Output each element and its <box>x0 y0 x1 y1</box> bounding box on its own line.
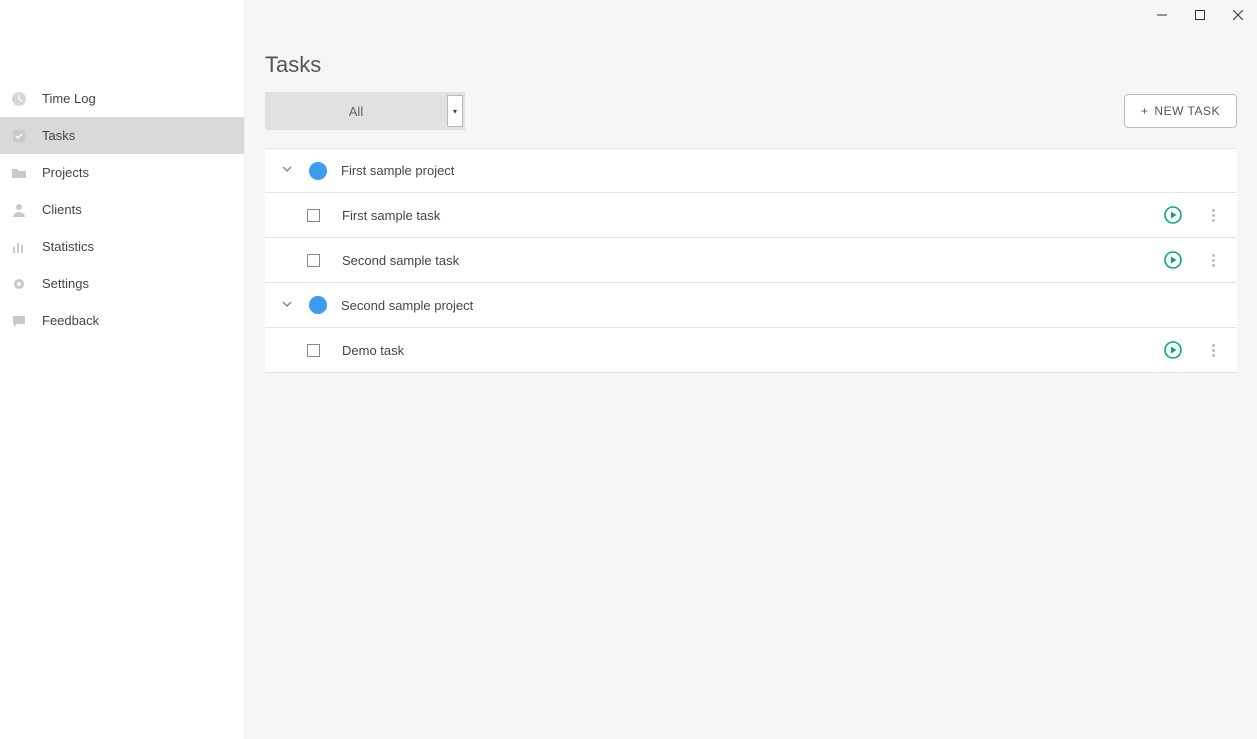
window-maximize-button[interactable] <box>1181 0 1219 30</box>
sidebar-item-label: Projects <box>42 165 89 180</box>
more-button[interactable] <box>1203 344 1223 357</box>
toolbar: All ▾ + NEW TASK <box>245 78 1257 148</box>
project-color-dot <box>309 296 327 314</box>
page-header: Tasks <box>245 0 1257 78</box>
task-name: Second sample task <box>342 253 459 268</box>
clock-icon <box>8 91 30 107</box>
project-row[interactable]: First sample project <box>265 148 1237 193</box>
more-button[interactable] <box>1203 254 1223 267</box>
task-row: First sample task <box>265 193 1237 238</box>
sidebar-item-clients[interactable]: Clients <box>0 191 244 228</box>
chevron-down-icon: ▾ <box>447 95 463 127</box>
sidebar-item-label: Statistics <box>42 239 94 254</box>
more-button[interactable] <box>1203 209 1223 222</box>
play-button[interactable] <box>1163 340 1183 360</box>
filter-select[interactable]: All ▾ <box>265 92 465 130</box>
plus-icon: + <box>1141 104 1149 118</box>
sidebar-item-feedback[interactable]: Feedback <box>0 302 244 339</box>
tasks-icon <box>8 128 30 144</box>
task-row: Demo task <box>265 328 1237 373</box>
window-close-button[interactable] <box>1219 0 1257 30</box>
task-name: Demo task <box>342 343 404 358</box>
sidebar-item-timelog[interactable]: Time Log <box>0 80 244 117</box>
chevron-down-icon[interactable] <box>277 163 297 178</box>
task-row: Second sample task <box>265 238 1237 283</box>
task-checkbox[interactable] <box>307 344 320 357</box>
main-area: Tasks All ▾ + NEW TASK First sample proj… <box>245 0 1257 739</box>
sidebar-item-label: Tasks <box>42 128 75 143</box>
filter-value: All <box>265 104 447 119</box>
project-name: First sample project <box>341 163 454 178</box>
barchart-icon <box>8 239 30 255</box>
sidebar-item-statistics[interactable]: Statistics <box>0 228 244 265</box>
window-minimize-button[interactable] <box>1143 0 1181 30</box>
play-button[interactable] <box>1163 205 1183 225</box>
task-checkbox[interactable] <box>307 254 320 267</box>
row-actions <box>1163 205 1237 225</box>
sidebar-item-label: Settings <box>42 276 89 291</box>
chevron-down-icon[interactable] <box>277 298 297 313</box>
new-task-label: NEW TASK <box>1154 104 1220 118</box>
page-title: Tasks <box>265 52 1257 78</box>
project-row[interactable]: Second sample project <box>265 283 1237 328</box>
task-checkbox[interactable] <box>307 209 320 222</box>
sidebar-item-label: Clients <box>42 202 82 217</box>
task-list: First sample project First sample task S… <box>245 148 1257 373</box>
sidebar-item-label: Feedback <box>42 313 99 328</box>
person-icon <box>8 202 30 218</box>
chat-icon <box>8 313 30 329</box>
project-color-dot <box>309 162 327 180</box>
row-actions <box>1163 250 1237 270</box>
row-actions <box>1163 340 1237 360</box>
sidebar-item-tasks[interactable]: Tasks <box>0 117 244 154</box>
new-task-button[interactable]: + NEW TASK <box>1124 94 1237 128</box>
sidebar-item-settings[interactable]: Settings <box>0 265 244 302</box>
sidebar: Time Log Tasks Projects Clients Statisti… <box>0 0 245 739</box>
task-name: First sample task <box>342 208 440 223</box>
play-button[interactable] <box>1163 250 1183 270</box>
folder-icon <box>8 165 30 181</box>
window-controls <box>1143 0 1257 30</box>
sidebar-item-label: Time Log <box>42 91 96 106</box>
project-name: Second sample project <box>341 298 473 313</box>
sidebar-item-projects[interactable]: Projects <box>0 154 244 191</box>
gear-icon <box>8 276 30 292</box>
